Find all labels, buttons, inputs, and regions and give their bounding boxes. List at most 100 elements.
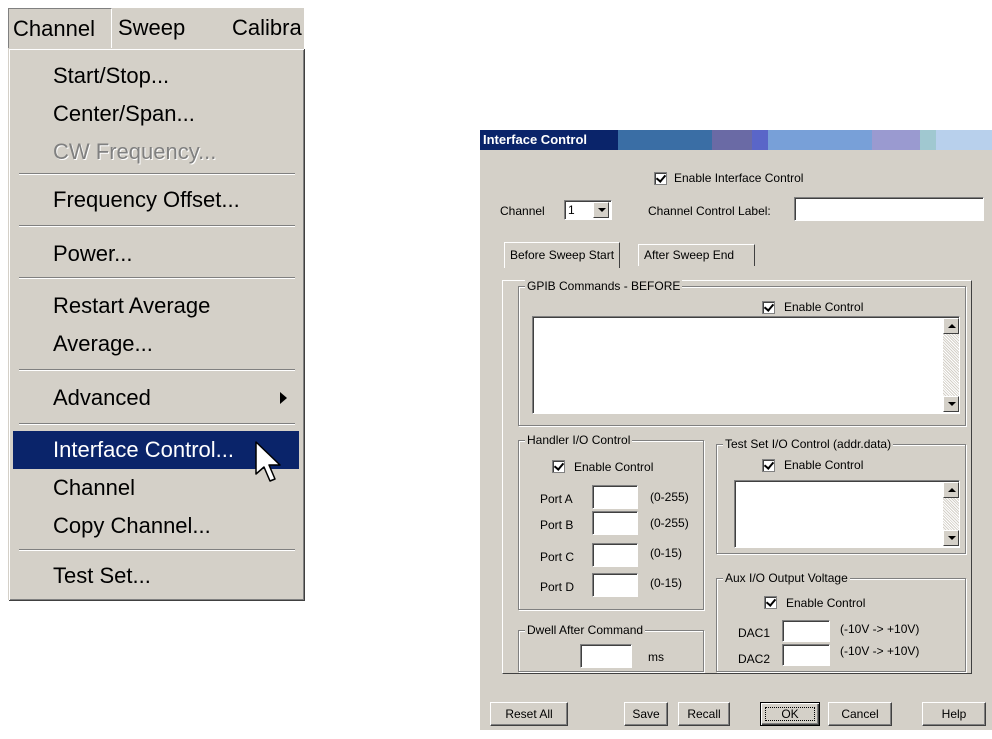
menu-channel-label: Channel — [13, 16, 95, 41]
menu-item-label: Average... — [53, 331, 153, 356]
menu-item-label: Channel — [53, 475, 135, 500]
chevron-down-icon — [598, 208, 606, 212]
channel-dropdown-button[interactable] — [593, 202, 609, 218]
menu-calibration-label: Calibra — [232, 15, 302, 40]
port-b-label: Port B — [540, 518, 574, 532]
handler-enable-checkbox[interactable] — [552, 460, 565, 473]
dialog-titlebar[interactable]: Interface Control — [480, 130, 992, 150]
aux-enable-checkbox[interactable] — [764, 596, 777, 609]
menu-sweep[interactable]: Sweep — [118, 8, 185, 48]
channel-dropdown-menu: Start/Stop... Center/Span... CW Frequenc… — [8, 48, 304, 600]
scroll-up-button[interactable] — [943, 482, 959, 498]
dialog-title: Interface Control — [483, 132, 588, 147]
handler-group-title: Handler I/O Control — [525, 433, 633, 447]
tab-label: After Sweep End — [644, 248, 735, 262]
dac2-label: DAC2 — [738, 652, 771, 666]
port-d-label: Port D — [540, 580, 575, 594]
menu-item-average[interactable]: Average... — [13, 325, 299, 363]
port-c-range: (0-15) — [650, 546, 683, 560]
save-label: Save — [632, 707, 660, 721]
menu-item-test-set[interactable]: Test Set... — [13, 557, 299, 595]
dac1-range: (-10V -> +10V) — [840, 622, 920, 636]
menu-separator — [19, 277, 295, 279]
gpib-group-title: GPIB Commands - BEFORE — [525, 279, 683, 293]
channel-control-label-input[interactable] — [794, 197, 984, 221]
test-set-scrollbar[interactable] — [943, 482, 959, 546]
menu-item-advanced[interactable]: Advanced — [13, 379, 299, 417]
tab-label: Before Sweep Start — [510, 248, 615, 262]
menu-item-label: Restart Average — [53, 293, 211, 318]
port-a-input[interactable] — [592, 485, 638, 509]
help-button[interactable]: Help — [922, 702, 986, 726]
gpib-commands-textarea[interactable] — [532, 316, 960, 414]
gpib-enable-checkbox[interactable] — [762, 301, 775, 314]
enable-interface-control-checkbox[interactable] — [654, 172, 667, 185]
port-d-range: (0-15) — [650, 576, 683, 590]
gpib-enable-label: Enable Control — [784, 300, 864, 314]
channel-label: Channel — [500, 204, 545, 218]
cancel-button[interactable]: Cancel — [828, 702, 892, 726]
cancel-label: Cancel — [841, 707, 879, 721]
mouse-pointer-icon — [255, 441, 281, 482]
scroll-up-button[interactable] — [943, 318, 959, 334]
scroll-down-button[interactable] — [943, 396, 959, 412]
menu-item-label: Advanced — [53, 385, 151, 410]
save-button[interactable]: Save — [624, 702, 668, 726]
port-a-label: Port A — [540, 492, 573, 506]
enable-interface-control-label: Enable Interface Control — [674, 171, 804, 185]
port-b-input[interactable] — [592, 511, 638, 535]
dwell-group-title: Dwell After Command — [525, 623, 646, 637]
tab-before-sweep-start[interactable]: Before Sweep Start — [504, 242, 621, 268]
menu-separator — [19, 225, 295, 227]
ok-label: OK — [781, 707, 799, 721]
menu-bar: Channel Sweep Calibra — [8, 8, 304, 48]
tab-after-sweep-end[interactable]: After Sweep End — [638, 244, 755, 266]
menu-item-label: Start/Stop... — [53, 63, 170, 88]
recall-button[interactable]: Recall — [678, 702, 730, 726]
menu-item-copy-channel[interactable]: Copy Channel... — [13, 507, 299, 545]
port-d-input[interactable] — [592, 573, 638, 597]
menu-item-frequency-offset[interactable]: Frequency Offset... — [13, 181, 299, 219]
menu-item-label: Interface Control... — [53, 437, 234, 462]
menu-sweep-label: Sweep — [118, 15, 186, 40]
ok-button[interactable]: OK — [760, 702, 820, 726]
aux-enable-label: Enable Control — [786, 596, 866, 610]
menu-separator — [19, 549, 295, 551]
menu-item-start-stop[interactable]: Start/Stop... — [13, 57, 299, 95]
menu-item-restart-average[interactable]: Restart Average — [13, 287, 299, 325]
test-set-enable-label: Enable Control — [784, 458, 864, 472]
channel-control-label-text: Channel Control Label: — [648, 204, 771, 218]
dac1-label: DAC1 — [738, 626, 771, 640]
menu-item-label: Test Set... — [53, 563, 151, 588]
menu-calibration[interactable]: Calibra — [232, 8, 302, 48]
port-c-input[interactable] — [592, 543, 638, 567]
menu-channel[interactable]: Channel — [8, 8, 112, 48]
scroll-down-button[interactable] — [943, 530, 959, 546]
dac2-input[interactable] — [782, 644, 830, 666]
channel-select-value: 1 — [568, 203, 575, 217]
menu-item-center-span[interactable]: Center/Span... — [13, 95, 299, 133]
test-set-group-title: Test Set I/O Control (addr.data) — [723, 437, 894, 451]
gpib-scrollbar[interactable] — [943, 318, 959, 412]
menu-item-label: Center/Span... — [53, 101, 195, 126]
handler-enable-label: Enable Control — [574, 460, 654, 474]
test-set-textarea[interactable] — [734, 480, 960, 548]
aux-group-title: Aux I/O Output Voltage — [723, 571, 850, 585]
menu-separator — [19, 423, 295, 425]
menu-item-power[interactable]: Power... — [13, 235, 299, 273]
menu-separator — [19, 369, 295, 371]
test-set-enable-checkbox[interactable] — [762, 459, 775, 472]
menu-item-label: Power... — [53, 241, 133, 266]
dwell-input[interactable] — [580, 644, 632, 668]
menu-item-label: Frequency Offset... — [53, 187, 240, 212]
reset-all-label: Reset All — [505, 707, 553, 721]
channel-select[interactable]: 1 — [564, 200, 612, 220]
port-b-range: (0-255) — [650, 516, 689, 530]
chevron-up-icon — [948, 324, 956, 328]
chevron-down-icon — [948, 402, 956, 406]
dac1-input[interactable] — [782, 620, 830, 642]
menu-separator — [19, 173, 295, 175]
interface-control-dialog: Interface Control Enable Interface Contr… — [480, 130, 992, 730]
reset-all-button[interactable]: Reset All — [490, 702, 568, 726]
dwell-unit: ms — [648, 650, 664, 664]
